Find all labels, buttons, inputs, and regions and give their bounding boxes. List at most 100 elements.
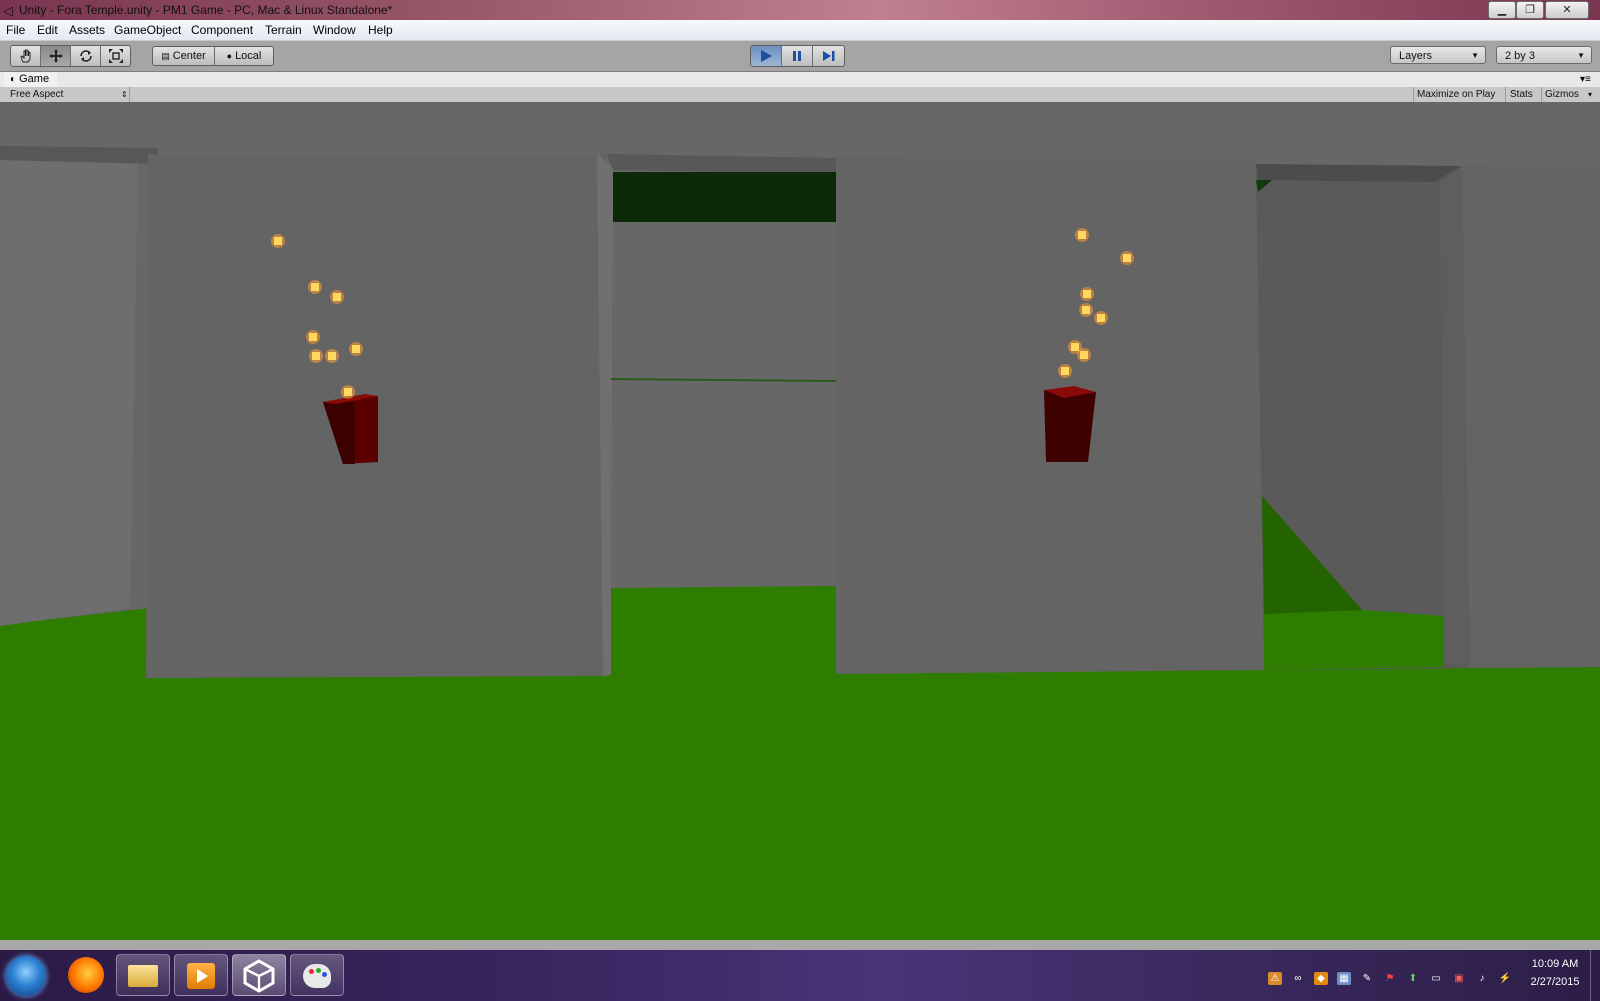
doorway-floor [611, 586, 836, 678]
rotate-tool-button[interactable] [71, 46, 101, 66]
scale-tool-button[interactable] [101, 46, 130, 66]
unity-logo-icon: ◁ [3, 3, 13, 18]
tab-options-icon[interactable]: ▾≡ [1580, 72, 1591, 87]
tray-calendar-icon[interactable]: ▦ [1337, 972, 1351, 985]
firefox-icon[interactable] [68, 957, 104, 993]
pivot-local-label: Local [235, 50, 262, 62]
aspect-dropdown[interactable]: Free Aspect [10, 87, 63, 102]
ember-particle [328, 352, 336, 360]
ember-particle [1083, 290, 1091, 298]
menu-bar: File Edit Assets GameObject Component Te… [0, 20, 1600, 41]
center-pivot-icon: ▤ [161, 50, 170, 61]
tray-tool-icon[interactable]: ✎ [1360, 972, 1374, 985]
menu-gameobject[interactable]: GameObject [114, 23, 181, 37]
ember-particle [1097, 314, 1105, 322]
move-icon [48, 49, 63, 63]
layers-dropdown-label: Layers [1399, 50, 1433, 62]
ember-particle [344, 388, 352, 396]
tab-game-label: Game [19, 73, 50, 85]
ember-particle [309, 333, 317, 341]
media-play-icon [197, 969, 208, 983]
ember-particle [1123, 254, 1131, 262]
minimize-button[interactable]: ▁ [1488, 1, 1516, 19]
ember-particle [274, 237, 282, 245]
tray-update-icon[interactable]: ⬆ [1406, 972, 1420, 985]
ember-particle [312, 352, 320, 360]
tray-link-icon[interactable]: ∞ [1291, 972, 1305, 985]
pause-button[interactable] [782, 46, 813, 66]
toolbar: ▤ Center ● Local Layers ▼ 2 by 3 ▼ [0, 41, 1600, 72]
media-player-icon[interactable] [174, 954, 228, 996]
layout-dropdown[interactable]: 2 by 3 ▼ [1496, 46, 1592, 64]
unity-icon[interactable] [232, 954, 286, 996]
aspect-dropdown-arrow-icon: ⇕ [121, 90, 128, 99]
tray-drive-icon[interactable]: ▭ [1429, 972, 1443, 985]
game-tab-bar: ◐ Game ▾≡ [0, 72, 1600, 88]
menu-file[interactable]: File [6, 23, 25, 37]
tray-flag-icon[interactable]: ⚑ [1383, 972, 1397, 985]
menu-assets[interactable]: Assets [69, 23, 105, 37]
ember-particle [1080, 351, 1088, 359]
right-corridor-floor [1264, 610, 1444, 670]
layout-dropdown-label: 2 by 3 [1505, 50, 1535, 62]
unity-logo-icon [243, 959, 275, 993]
gizmos-dropdown[interactable]: Gizmos [1545, 87, 1579, 102]
menu-edit[interactable]: Edit [37, 23, 58, 37]
tray-security-icon[interactable]: ⚠ [1268, 972, 1282, 985]
start-orb-icon[interactable] [6, 956, 46, 996]
left-wall [0, 160, 138, 626]
hand-tool-button[interactable] [11, 46, 41, 66]
menu-terrain[interactable]: Terrain [265, 23, 302, 37]
tray-volume-icon[interactable]: ♪ [1475, 972, 1489, 985]
clock-time[interactable]: 10:09 AM [1520, 958, 1590, 970]
paint-dot-red [309, 969, 314, 974]
step-icon [822, 51, 834, 61]
title-bar: ◁ Unity - Fora Temple.unity - PM1 Game -… [0, 0, 1600, 20]
scale-icon [108, 49, 123, 63]
stats-toggle[interactable]: Stats [1510, 87, 1533, 102]
status-bar [0, 940, 1600, 950]
show-desktop-button[interactable] [1590, 950, 1600, 1001]
move-tool-button[interactable] [41, 46, 71, 66]
paint-icon[interactable] [290, 954, 344, 996]
play-controls [750, 45, 845, 67]
step-button[interactable] [813, 46, 844, 66]
right-brazier [1044, 390, 1096, 462]
tray-network-icon[interactable]: ▣ [1452, 972, 1466, 985]
window-title: Unity - Fora Temple.unity - PM1 Game - P… [19, 3, 393, 17]
pivot-toggle-group: ▤ Center ● Local [152, 46, 274, 66]
file-explorer-icon[interactable] [116, 954, 170, 996]
pivot-local-button[interactable]: ● Local [215, 47, 273, 65]
maximize-button[interactable]: ❐ [1516, 1, 1544, 19]
toolbar-divider [129, 87, 130, 102]
toolbar-divider [1505, 87, 1506, 102]
play-icon [761, 50, 772, 62]
maximize-on-play-toggle[interactable]: Maximize on Play [1417, 87, 1495, 102]
paint-dot-green [316, 968, 321, 973]
game-scene [0, 102, 1600, 940]
pivot-center-button[interactable]: ▤ Center [153, 47, 215, 65]
game-tab-icon: ◐ [10, 74, 17, 85]
toolbar-divider [1413, 87, 1414, 102]
menu-component[interactable]: Component [191, 23, 253, 37]
play-button[interactable] [751, 46, 782, 66]
local-space-icon: ● [226, 51, 233, 61]
menu-help[interactable]: Help [368, 23, 393, 37]
tray-app-icon[interactable]: ◆ [1314, 972, 1328, 985]
pause-icon [793, 51, 801, 61]
layers-dropdown[interactable]: Layers ▼ [1390, 46, 1486, 64]
dropdown-arrow-icon: ▼ [1577, 51, 1585, 60]
tray-power-icon[interactable]: ⚡ [1498, 972, 1512, 985]
game-view[interactable] [0, 102, 1600, 940]
ember-particle [1082, 306, 1090, 314]
paint-dot-blue [322, 972, 327, 977]
taskbar: ⚠ ∞ ◆ ▦ ✎ ⚑ ⬆ ▭ ▣ ♪ ⚡ 10:09 AM 2/27/2015 [0, 950, 1600, 1001]
right-corridor-top [1256, 164, 1462, 182]
clock-date[interactable]: 2/27/2015 [1520, 976, 1590, 988]
ember-particle [1061, 367, 1069, 375]
tab-game[interactable]: ◐ Game [4, 72, 58, 87]
close-button[interactable]: ✕ [1545, 1, 1589, 19]
menu-window[interactable]: Window [313, 23, 356, 37]
doorway-back-wall [611, 168, 836, 588]
transform-tools [10, 45, 131, 67]
